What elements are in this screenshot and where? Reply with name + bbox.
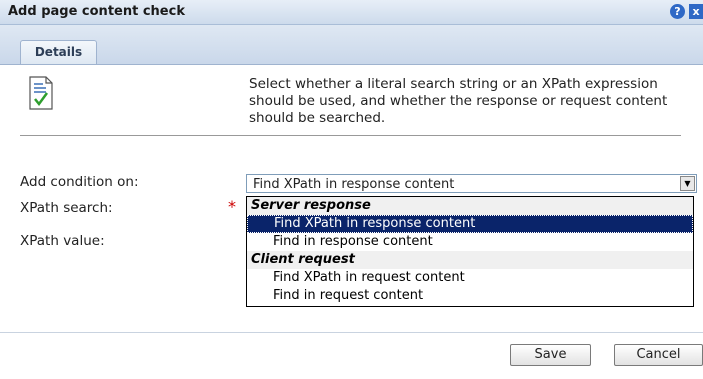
condition-select[interactable]: Find XPath in response content ▼ bbox=[246, 174, 697, 193]
group-client-request: Client request bbox=[247, 251, 693, 269]
close-icon[interactable]: x bbox=[689, 4, 703, 19]
help-icon[interactable]: ? bbox=[670, 4, 685, 19]
option-find-request[interactable]: Find in request content bbox=[247, 287, 693, 305]
group-server-response: Server response bbox=[247, 197, 693, 215]
document-check-icon bbox=[29, 76, 53, 110]
separator bbox=[20, 135, 681, 136]
option-find-response[interactable]: Find in response content bbox=[247, 233, 693, 251]
dialog-title: Add page content check bbox=[8, 4, 185, 19]
tab-details[interactable]: Details bbox=[20, 40, 97, 65]
condition-label: Add condition on: bbox=[20, 174, 139, 190]
xpath-value-label: XPath value: bbox=[20, 233, 105, 249]
footer-divider bbox=[0, 332, 703, 333]
option-find-xpath-response[interactable]: Find XPath in response content bbox=[247, 215, 693, 233]
xpath-search-label: XPath search: bbox=[20, 200, 113, 216]
cancel-button[interactable]: Cancel bbox=[614, 344, 703, 366]
condition-select-value: Find XPath in response content bbox=[253, 177, 455, 192]
save-button[interactable]: Save bbox=[510, 344, 591, 366]
required-marker: * bbox=[228, 197, 236, 216]
tab-divider bbox=[0, 64, 703, 65]
chevron-down-icon[interactable]: ▼ bbox=[680, 176, 695, 191]
description-text: Select whether a literal search string o… bbox=[249, 76, 668, 126]
title-bar: Add page content check ? x bbox=[0, 0, 703, 25]
option-find-xpath-request[interactable]: Find XPath in request content bbox=[247, 269, 693, 287]
tab-strip: Details bbox=[0, 25, 703, 65]
condition-dropdown-list[interactable]: Server response Find XPath in response c… bbox=[246, 196, 694, 307]
